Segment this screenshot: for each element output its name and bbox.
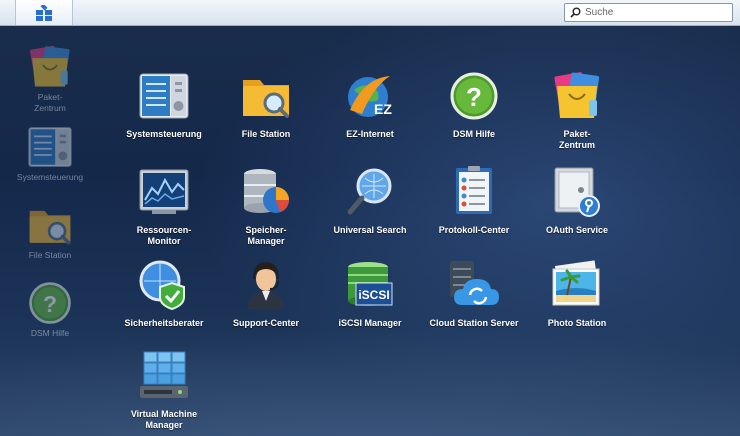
app-label: DSM Hilfe xyxy=(452,129,495,139)
desktop-shortcut-label: File Station xyxy=(28,250,72,260)
desktop-shortcut-control-panel[interactable]: Systemsteuerung xyxy=(0,124,100,183)
taskbar xyxy=(0,0,740,26)
app-label: OAuth Service xyxy=(545,225,609,235)
app-label: Support-Center xyxy=(233,318,299,328)
main-menu-app-grid: Systemsteuerung File Station EZ-Internet… xyxy=(110,70,710,436)
control-panel-icon xyxy=(27,124,73,170)
app-ez-internet[interactable]: EZ-Internet xyxy=(316,70,424,140)
cloud-station-server-icon xyxy=(448,259,500,311)
main-menu-icon xyxy=(36,4,52,21)
file-station-icon xyxy=(27,202,73,248)
app-storage-manager[interactable]: Speicher- Manager xyxy=(212,166,320,247)
desktop-shortcut-package-center[interactable]: Paket- Zentrum xyxy=(0,44,100,114)
desktop-shortcut-dsm-help[interactable]: DSM Hilfe xyxy=(0,280,100,339)
resource-monitor-icon xyxy=(138,166,190,218)
app-label: EZ-Internet xyxy=(346,129,394,139)
app-control-panel[interactable]: Systemsteuerung xyxy=(110,70,218,140)
app-label: Virtual Machine Manager xyxy=(130,409,198,430)
app-file-station[interactable]: File Station xyxy=(212,70,320,140)
storage-manager-icon xyxy=(240,166,292,218)
app-label: iSCSI Manager xyxy=(338,318,402,328)
app-label: Cloud Station Server xyxy=(429,318,519,328)
app-resource-monitor[interactable]: Ressourcen- Monitor xyxy=(110,166,218,247)
control-panel-icon xyxy=(138,70,190,122)
help-icon xyxy=(448,70,500,122)
app-cloud-station-server[interactable]: Cloud Station Server xyxy=(420,259,528,329)
app-label: Universal Search xyxy=(333,225,407,235)
app-label: Photo Station xyxy=(547,318,607,328)
app-log-center[interactable]: Protokoll-Center xyxy=(420,166,528,236)
app-label: Sicherheitsberater xyxy=(124,318,204,328)
app-security-advisor[interactable]: Sicherheitsberater xyxy=(110,259,218,329)
main-menu-button[interactable] xyxy=(15,0,73,25)
help-icon xyxy=(27,280,73,326)
app-label: Speicher- Manager xyxy=(245,225,287,246)
search-input[interactable] xyxy=(585,7,725,18)
app-label: Systemsteuerung xyxy=(126,129,202,139)
app-label: Ressourcen- Monitor xyxy=(136,225,192,246)
app-label: Paket- Zentrum xyxy=(559,129,595,150)
app-label: Protokoll-Center xyxy=(438,225,510,235)
search-box[interactable] xyxy=(564,3,733,22)
ez-internet-icon xyxy=(344,70,396,122)
package-center-icon xyxy=(27,44,73,90)
app-oauth-service[interactable]: OAuth Service xyxy=(523,166,631,236)
security-advisor-icon xyxy=(138,259,190,311)
iscsi-manager-icon xyxy=(344,259,396,311)
support-center-icon xyxy=(240,259,292,311)
package-center-icon xyxy=(551,70,603,122)
desktop-shortcut-label: Systemsteuerung xyxy=(16,172,84,182)
app-photo-station[interactable]: Photo Station xyxy=(523,259,631,329)
app-iscsi-manager[interactable]: iSCSI Manager xyxy=(316,259,424,329)
app-virtual-machine-manager[interactable]: Virtual Machine Manager xyxy=(110,350,218,431)
desktop-shortcut-file-station[interactable]: File Station xyxy=(0,202,100,261)
oauth-service-icon xyxy=(551,166,603,218)
app-support-center[interactable]: Support-Center xyxy=(212,259,320,329)
log-center-icon xyxy=(448,166,500,218)
virtual-machine-manager-icon xyxy=(138,350,190,402)
app-package-center[interactable]: Paket- Zentrum xyxy=(523,70,631,151)
app-label: File Station xyxy=(241,129,291,139)
app-dsm-help[interactable]: DSM Hilfe xyxy=(420,70,528,140)
universal-search-icon xyxy=(344,166,396,218)
desktop-shortcut-label: DSM Hilfe xyxy=(30,328,70,338)
search-icon xyxy=(570,7,581,18)
photo-station-icon xyxy=(551,259,603,311)
app-universal-search[interactable]: Universal Search xyxy=(316,166,424,236)
desktop-shortcut-label: Paket- Zentrum xyxy=(34,92,66,113)
file-station-icon xyxy=(240,70,292,122)
